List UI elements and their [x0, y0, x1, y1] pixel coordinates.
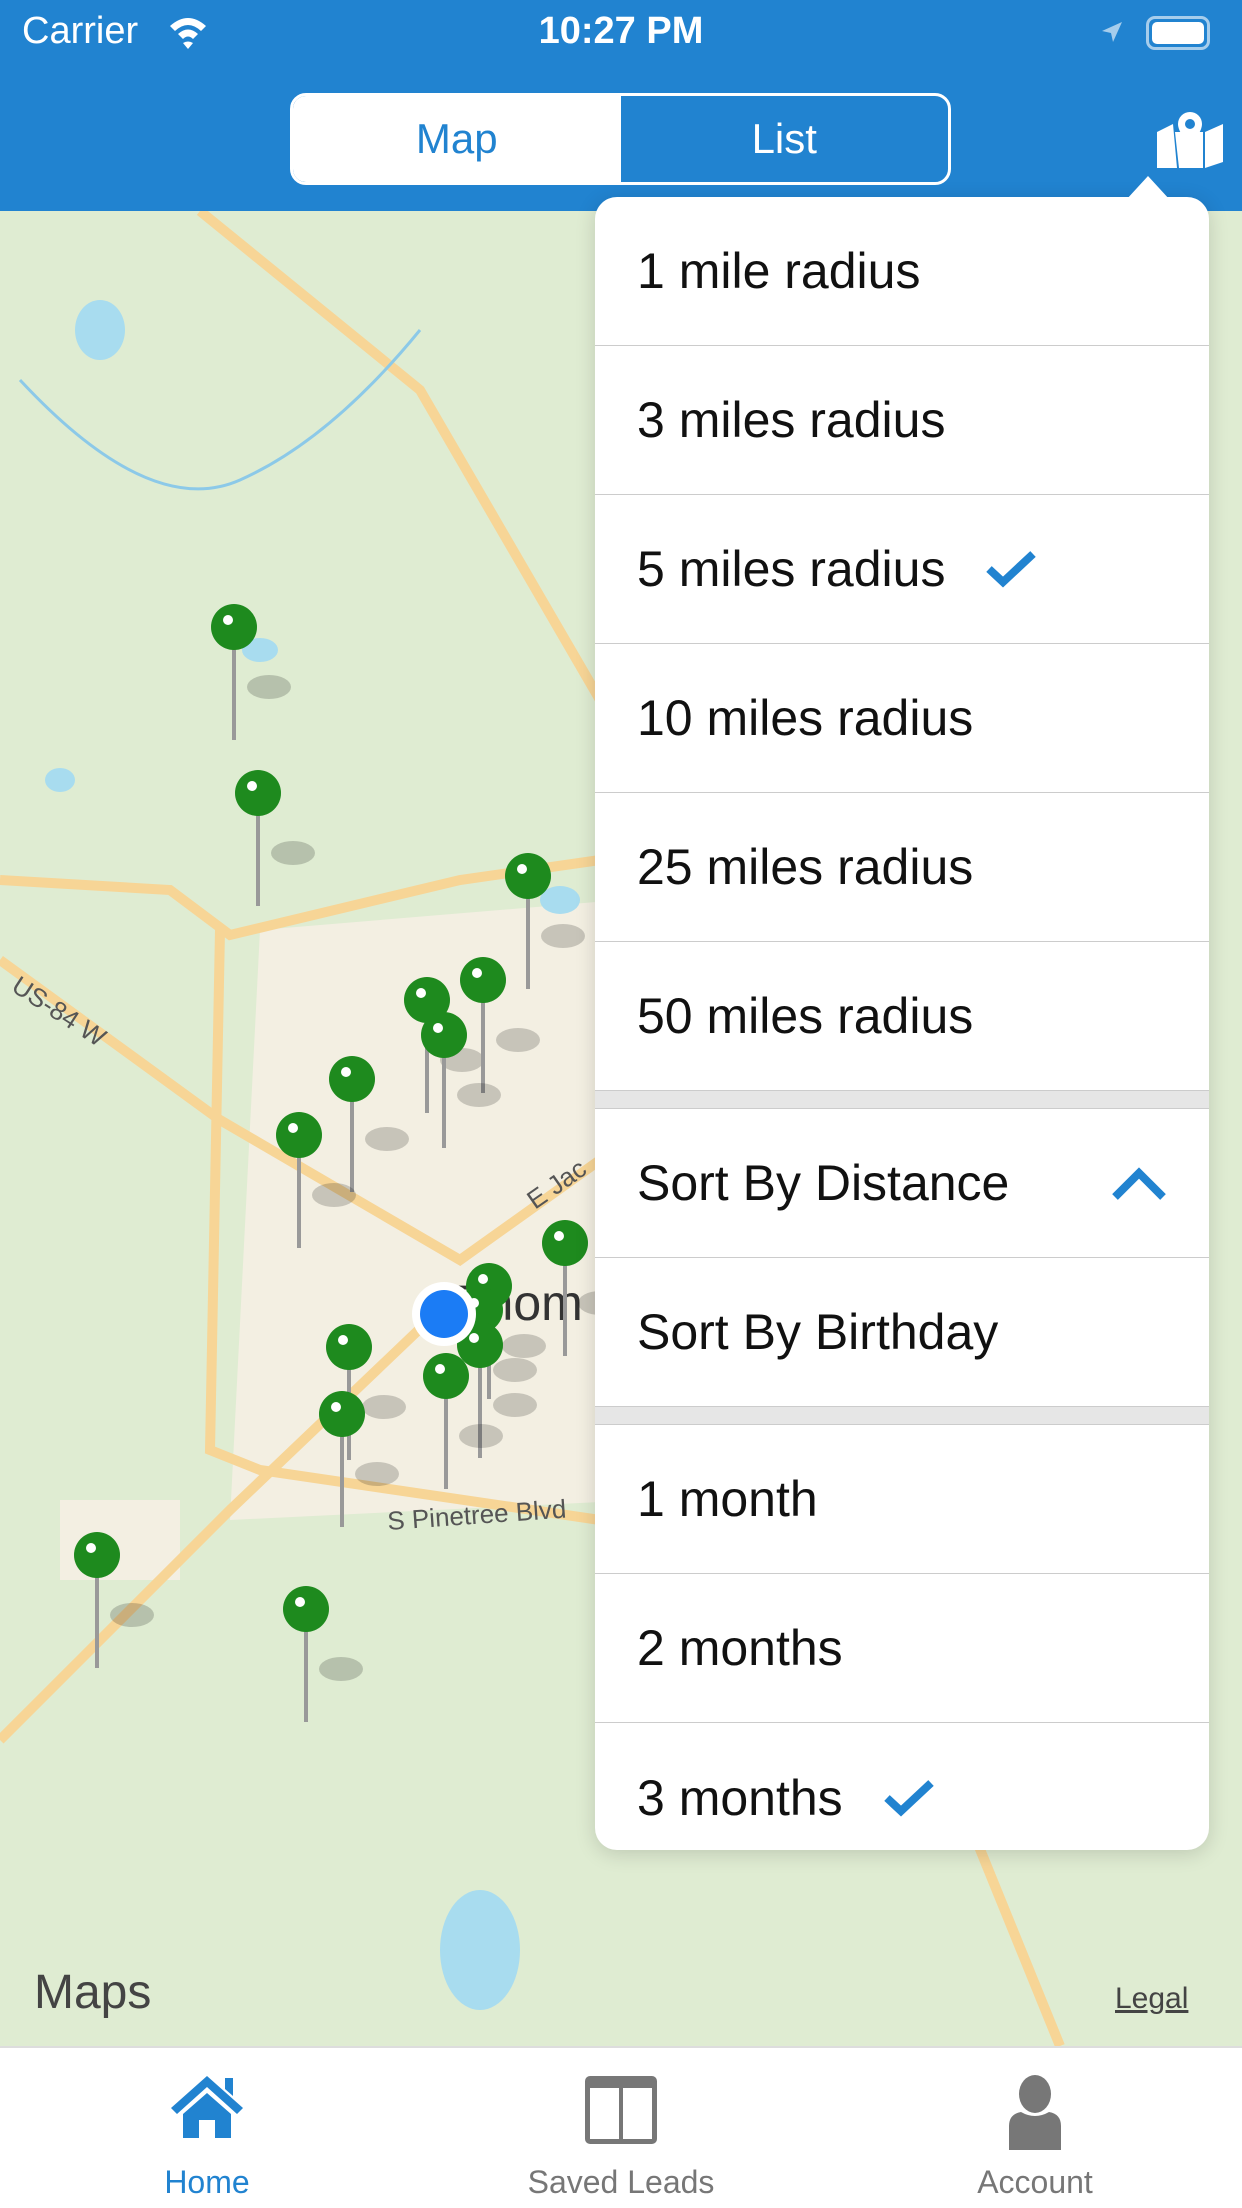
- month-option-3[interactable]: 3 months: [595, 1723, 1209, 1850]
- filter-popover: 1 mile radius 3 miles radius 5 miles rad…: [595, 197, 1209, 1850]
- radius-option-5[interactable]: 5 miles radius: [595, 495, 1209, 644]
- tab-bar: Home Saved Leads Account: [0, 2046, 1242, 2208]
- home-icon: [171, 2076, 243, 2138]
- location-arrow-icon: [1102, 22, 1122, 42]
- sort-by-birthday[interactable]: Sort By Birthday: [595, 1258, 1209, 1407]
- apple-maps-logo: Maps: [34, 1966, 152, 2019]
- popover-arrow: [1126, 176, 1170, 200]
- tab-saved-leads[interactable]: Saved Leads: [414, 2048, 828, 2208]
- nav-header: Carrier 10:27 PM Map List: [0, 0, 1242, 211]
- checkmark-icon: [986, 551, 1037, 588]
- chevron-up-icon: [1112, 1167, 1166, 1200]
- map-pin-icon[interactable]: [1155, 110, 1225, 170]
- radius-option-50[interactable]: 50 miles radius: [595, 942, 1209, 1091]
- radius-option-3[interactable]: 3 miles radius: [595, 346, 1209, 495]
- radius-option-25[interactable]: 25 miles radius: [595, 793, 1209, 942]
- month-option-2[interactable]: 2 months: [595, 1574, 1209, 1723]
- section-divider: [595, 1407, 1209, 1425]
- sort-by-distance[interactable]: Sort By Distance: [595, 1109, 1209, 1258]
- month-option-1[interactable]: 1 month: [595, 1425, 1209, 1574]
- tab-home[interactable]: Home: [0, 2048, 414, 2208]
- columns-icon: [585, 2076, 657, 2144]
- segment-list[interactable]: List: [621, 96, 949, 182]
- battery-icon: [1146, 16, 1210, 50]
- person-icon: [1009, 2075, 1061, 2150]
- segment-map[interactable]: Map: [293, 96, 621, 182]
- radius-option-10[interactable]: 10 miles radius: [595, 644, 1209, 793]
- checkmark-icon: [883, 1779, 934, 1816]
- clock: 10:27 PM: [538, 10, 704, 52]
- view-segmented-control[interactable]: Map List: [290, 93, 951, 185]
- tab-account[interactable]: Account: [828, 2048, 1242, 2208]
- section-divider: [595, 1091, 1209, 1109]
- radius-option-1[interactable]: 1 mile radius: [595, 197, 1209, 346]
- legal-link[interactable]: Legal: [1115, 1982, 1188, 2016]
